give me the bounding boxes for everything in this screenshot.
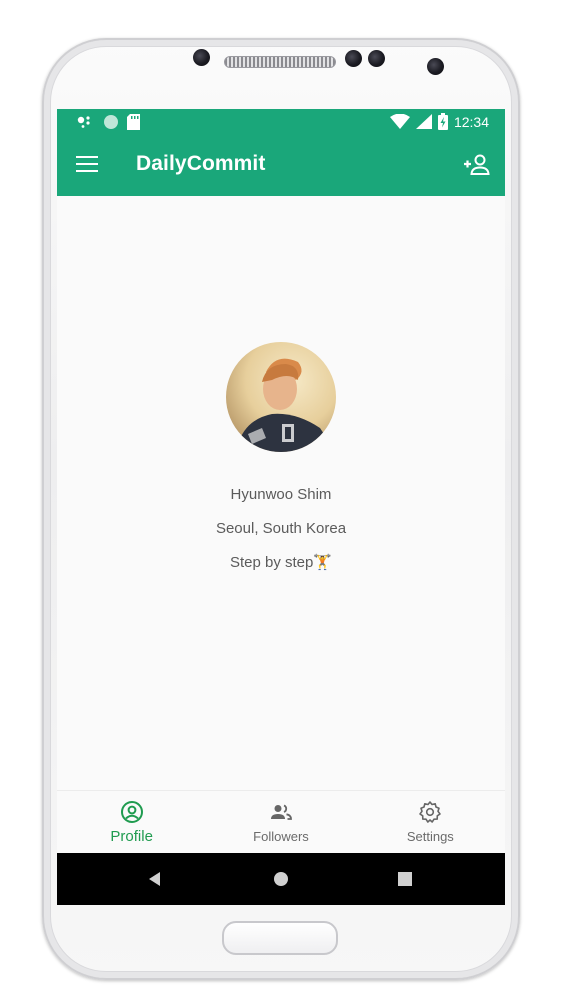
avatar-photo — [226, 342, 336, 452]
cell-signal-icon — [415, 114, 432, 129]
add-person-icon[interactable] — [463, 153, 491, 177]
system-recents-button[interactable] — [375, 853, 435, 905]
nav-label-followers: Followers — [253, 829, 309, 844]
status-time: 12:34 — [453, 113, 489, 130]
light-sensor-icon — [368, 50, 385, 67]
account-circle-icon — [120, 801, 143, 823]
nav-item-settings[interactable]: Settings — [356, 791, 505, 853]
app-toolbar: DailyCommit — [57, 135, 505, 196]
phone-screen: 12:34 DailyCommit Hyunwoo Shim Seoul, So… — [57, 109, 505, 905]
front-camera-icon — [427, 58, 444, 75]
nav-label-settings: Settings — [406, 829, 454, 844]
profile-content: Hyunwoo Shim Seoul, South Korea Step by … — [57, 196, 505, 790]
status-bar: 12:34 — [57, 109, 505, 135]
system-navigation-bar — [57, 853, 505, 905]
system-back-button[interactable] — [125, 853, 185, 905]
proximity-sensor-icon — [345, 50, 362, 67]
sd-card-icon — [127, 114, 140, 130]
circle-indicator-icon — [104, 115, 118, 129]
hardware-home-button[interactable] — [222, 921, 338, 955]
recents-square-icon — [398, 872, 412, 886]
earpiece-speaker — [224, 56, 336, 68]
nav-label-profile: Profile — [110, 828, 153, 845]
back-triangle-icon — [149, 872, 160, 886]
front-sensor-icon — [193, 49, 210, 66]
assistant-dots-icon — [77, 116, 90, 128]
status-notifications — [77, 114, 140, 130]
app-title: DailyCommit — [136, 152, 266, 175]
system-home-button[interactable] — [251, 853, 311, 905]
profile-bio: Step by step🏋 — [229, 554, 333, 571]
hamburger-menu-icon[interactable] — [76, 156, 98, 174]
status-system: 12:34 — [389, 113, 489, 130]
wifi-icon — [389, 114, 410, 129]
profile-name: Hyunwoo Shim — [230, 486, 332, 503]
battery-charging-icon — [437, 113, 448, 130]
home-circle-icon — [274, 872, 288, 886]
people-icon — [270, 804, 292, 820]
profile-location: Seoul, South Korea — [215, 520, 347, 537]
gear-icon — [419, 801, 442, 823]
profile-avatar[interactable] — [226, 342, 336, 452]
nav-item-followers[interactable]: Followers — [206, 791, 355, 853]
nav-item-profile[interactable]: Profile — [57, 791, 206, 853]
bottom-navigation: Profile Followers Settings — [57, 790, 505, 853]
